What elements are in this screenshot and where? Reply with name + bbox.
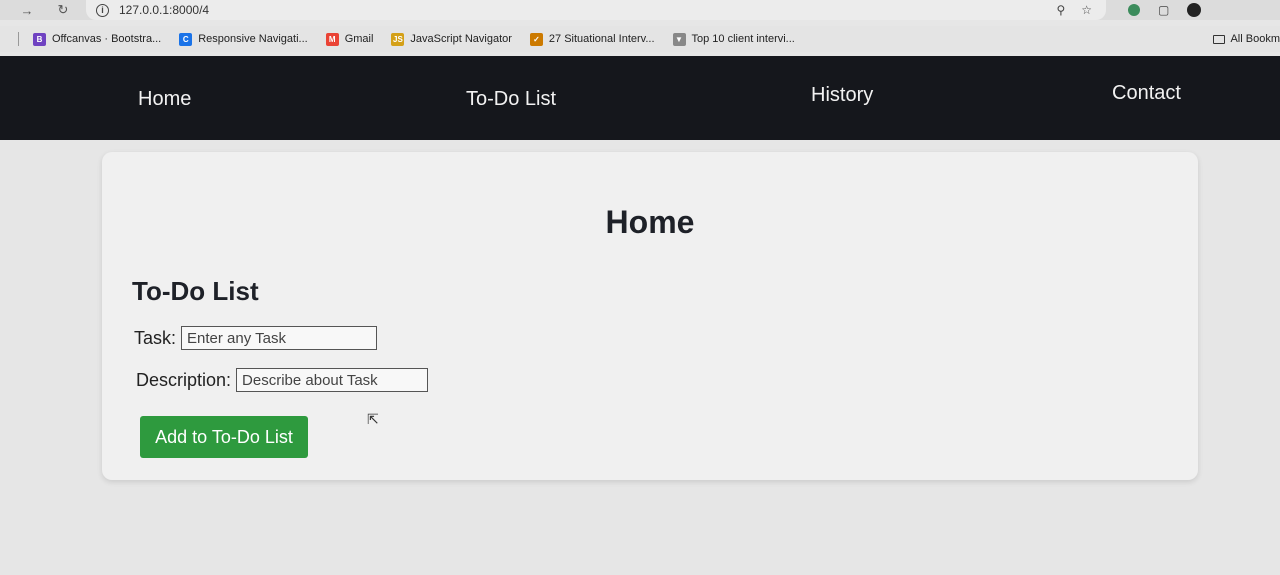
nav-link-todo[interactable]: To-Do List xyxy=(466,88,556,111)
bookmark-item[interactable]: B Offcanvas · Bootstra... xyxy=(33,32,162,46)
page-title: Home xyxy=(605,204,695,240)
profile-avatar[interactable] xyxy=(1187,3,1202,17)
site-info-icon[interactable]: i xyxy=(96,3,109,17)
url-text: 127.0.0.1:8000/4 xyxy=(119,3,210,17)
bookmark-label: Gmail xyxy=(344,33,374,45)
task-label: Task: xyxy=(134,327,177,348)
extensions-puzzle-icon[interactable]: ▢ xyxy=(1158,3,1169,17)
bookmark-item[interactable]: ▼ Top 10 client intervi... xyxy=(672,32,795,46)
task-row: Task: xyxy=(134,326,378,350)
bookmark-label: Top 10 client intervi... xyxy=(691,33,795,45)
nav-link-home[interactable]: Home xyxy=(138,88,191,111)
bookmark-item[interactable]: M Gmail xyxy=(325,32,374,46)
url-field[interactable]: i 127.0.0.1:8000/4 ⚲ ☆ xyxy=(86,0,1106,20)
bookmark-star-icon[interactable]: ☆ xyxy=(1081,3,1092,17)
nav-link-contact[interactable]: Contact xyxy=(1112,82,1181,105)
bookmarks-bar: B Offcanvas · Bootstra... C Responsive Navi… xyxy=(0,26,1280,52)
bookmark-favicon-icon: JS xyxy=(391,32,405,46)
bookmark-label: Responsive Navigati... xyxy=(198,33,308,45)
site-navbar: Home To-Do List History Contact xyxy=(0,56,1280,140)
todo-section-title: To-Do List xyxy=(132,276,259,306)
extension-icon[interactable] xyxy=(1128,4,1140,16)
bookmark-favicon-icon: ✓ xyxy=(529,32,543,46)
description-label: Description: xyxy=(136,369,232,390)
folder-icon xyxy=(1213,34,1226,44)
zoom-icon[interactable]: ⚲ xyxy=(1056,3,1065,17)
bookmark-item[interactable]: ✓ 27 Situational Interv... xyxy=(529,32,655,46)
all-bookmarks-label: All Bookm xyxy=(1230,33,1280,45)
nav-link-history[interactable]: History xyxy=(811,84,873,107)
browser-address-bar: → ↻ i 127.0.0.1:8000/4 ⚲ ☆ ▢ xyxy=(0,0,1280,20)
add-todo-button[interactable]: Add to To-Do List xyxy=(140,416,308,458)
forward-icon[interactable]: → xyxy=(18,3,36,18)
bookmark-favicon-icon: B xyxy=(33,32,46,46)
bookmark-label: Offcanvas · Bootstra... xyxy=(52,33,162,45)
mouse-cursor-icon: ⇱ xyxy=(367,411,379,427)
bookmark-label: JavaScript Navigator xyxy=(410,33,512,45)
bookmark-favicon-icon: C xyxy=(179,32,193,46)
all-bookmarks-button[interactable]: All Bookm xyxy=(1213,33,1280,45)
description-input[interactable] xyxy=(236,368,429,392)
content-card: Home To-Do List Task: Description: Add t… xyxy=(102,152,1198,480)
bookmark-label: 27 Situational Interv... xyxy=(548,33,655,45)
description-row: Description: xyxy=(136,368,429,392)
bookmark-item[interactable]: JS JavaScript Navigator xyxy=(391,32,512,46)
task-input[interactable] xyxy=(181,326,378,350)
bookmark-item[interactable]: C Responsive Navigati... xyxy=(179,32,308,46)
reload-icon[interactable]: ↻ xyxy=(54,2,72,18)
bookmark-favicon-icon: ▼ xyxy=(672,32,686,46)
bookmarks-divider xyxy=(18,32,19,46)
bookmark-favicon-icon: M xyxy=(325,32,339,46)
